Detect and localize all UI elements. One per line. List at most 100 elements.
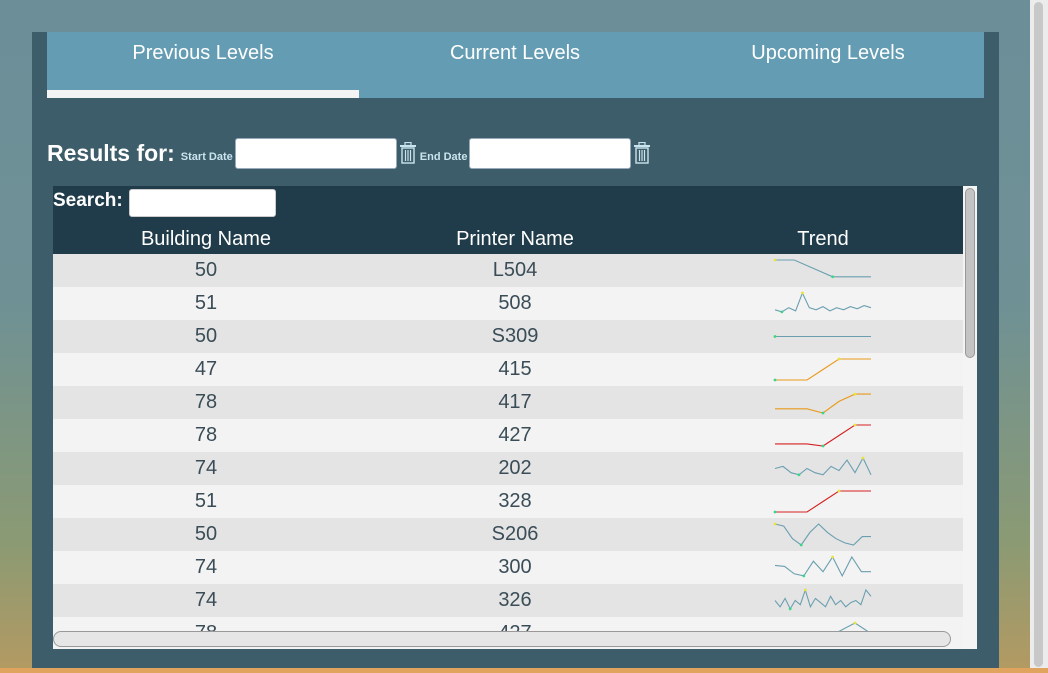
column-header-printer-name[interactable]: Printer Name — [359, 228, 671, 251]
table-row[interactable]: 74 300 — [53, 551, 963, 584]
search-input[interactable] — [129, 189, 276, 217]
building-name-cell: 47 — [194, 358, 218, 380]
table-row[interactable]: 50 S206 — [53, 518, 963, 551]
printer-name-cell: 328 — [498, 490, 532, 512]
trend-sparkline — [775, 392, 871, 415]
table-header: Search: Building Name Printer Name Trend — [53, 186, 963, 254]
trend-min-point — [773, 378, 777, 382]
tab-label: Upcoming Levels — [751, 42, 905, 64]
table-row[interactable]: 51 328 — [53, 485, 963, 518]
printer-name-cell: 417 — [498, 391, 532, 413]
trend-min-point — [802, 574, 806, 578]
building-name-cell: 50 — [194, 523, 218, 545]
building-name-cell: 50 — [194, 325, 218, 347]
trend-min-point — [831, 275, 834, 279]
trend-sparkline — [774, 291, 872, 314]
tab-current-levels[interactable]: Current Levels — [359, 32, 671, 98]
building-name-cell: 51 — [194, 490, 218, 512]
printer-name-cell: S206 — [491, 523, 539, 545]
start-date-input[interactable] — [234, 137, 397, 169]
trend-line — [774, 588, 872, 611]
trend-sparkline — [773, 258, 871, 279]
trend-max-point — [773, 258, 777, 262]
printer-name-cell: L504 — [492, 259, 538, 281]
trend-line — [774, 523, 871, 546]
building-name-cell: 74 — [194, 457, 218, 479]
printer-levels-table: Search: Building Name Printer Name Trend… — [53, 186, 977, 649]
building-name-cell: 78 — [194, 424, 218, 446]
trend-max-point — [853, 392, 857, 396]
building-name-cell: 74 — [194, 589, 218, 611]
trend-max-point — [861, 456, 865, 460]
trend-line — [775, 259, 871, 278]
levels-panel: Previous Levels Current Levels Upcoming … — [32, 32, 999, 668]
trend-max-point — [853, 423, 857, 427]
tab-label: Current Levels — [449, 42, 581, 64]
column-header-trend[interactable]: Trend — [723, 228, 923, 251]
building-name-cell: 51 — [194, 292, 218, 314]
trend-line — [774, 555, 871, 578]
printer-name-cell: 508 — [498, 292, 532, 314]
table-row[interactable]: 78 427 — [53, 419, 963, 452]
search-label: Search: — [53, 190, 123, 211]
page-scrollbar-thumb[interactable] — [1034, 2, 1043, 667]
bottom-strip — [0, 668, 1048, 673]
table-row[interactable]: 50 L504 — [53, 254, 963, 287]
trend-line — [775, 358, 871, 381]
tab-bar: Previous Levels Current Levels Upcoming … — [47, 32, 984, 98]
building-name-cell: 78 — [194, 391, 218, 413]
table-row[interactable]: 47 415 — [53, 353, 963, 386]
building-name-cell: 74 — [194, 556, 218, 578]
table-row[interactable]: 74 326 — [53, 584, 963, 617]
trend-sparkline — [773, 522, 871, 547]
trend-line — [774, 291, 872, 313]
printer-name-cell: 415 — [498, 358, 532, 380]
trash-icon[interactable] — [633, 142, 651, 164]
trend-min-point — [773, 510, 777, 514]
trend-sparkline — [774, 555, 871, 578]
active-tab-indicator — [47, 90, 359, 98]
trend-max-point — [803, 588, 807, 592]
tab-previous-levels[interactable]: Previous Levels — [47, 32, 359, 98]
trend-max-point — [831, 555, 834, 559]
table-row[interactable]: 51 508 — [53, 287, 963, 320]
trend-min-point — [799, 543, 803, 547]
trend-line — [775, 424, 871, 447]
trend-line — [774, 456, 872, 476]
start-date-label: Start Date — [180, 151, 233, 163]
tab-label: Previous Levels — [132, 42, 274, 64]
table-horizontal-scrollbar[interactable] — [53, 631, 951, 647]
table-body: 50 L504 51 508 50 S309 47 415 78 417 78 427 74 202 51 3… — [53, 254, 963, 649]
table-row[interactable]: 78 417 — [53, 386, 963, 419]
trend-max-point — [773, 522, 777, 526]
tab-upcoming-levels[interactable]: Upcoming Levels — [672, 32, 984, 98]
trend-min-point — [797, 473, 801, 477]
trend-line — [775, 490, 871, 513]
trend-min-point — [773, 335, 777, 338]
end-date-input[interactable] — [469, 137, 632, 169]
table-row[interactable]: 50 S309 — [53, 320, 963, 353]
printer-name-cell: S309 — [491, 325, 539, 347]
printer-name-cell: 326 — [498, 589, 532, 611]
printer-name-cell: 202 — [498, 457, 532, 479]
building-name-cell: 50 — [194, 259, 218, 281]
trend-sparkline — [774, 588, 872, 611]
printer-name-cell: 300 — [498, 556, 532, 578]
table-row[interactable]: 74 202 — [53, 452, 963, 485]
trend-line — [775, 393, 871, 414]
column-header-building-name[interactable]: Building Name — [53, 228, 359, 251]
trend-max-point — [837, 357, 841, 361]
date-filter-row: Results for: Start Date End Date — [47, 135, 651, 171]
trend-sparkline — [775, 423, 871, 448]
trash-icon[interactable] — [399, 142, 417, 164]
table-vertical-scroll-thumb[interactable] — [965, 188, 975, 358]
end-date-label: End Date — [419, 151, 468, 163]
trend-max-point — [801, 291, 804, 295]
trend-max-point — [853, 621, 857, 625]
results-label: Results for: — [47, 139, 175, 166]
trend-max-point — [837, 489, 841, 493]
trend-min-point — [821, 411, 825, 415]
trend-sparkline — [774, 456, 872, 477]
trend-min-point — [788, 607, 792, 611]
trend-sparkline — [773, 335, 871, 338]
